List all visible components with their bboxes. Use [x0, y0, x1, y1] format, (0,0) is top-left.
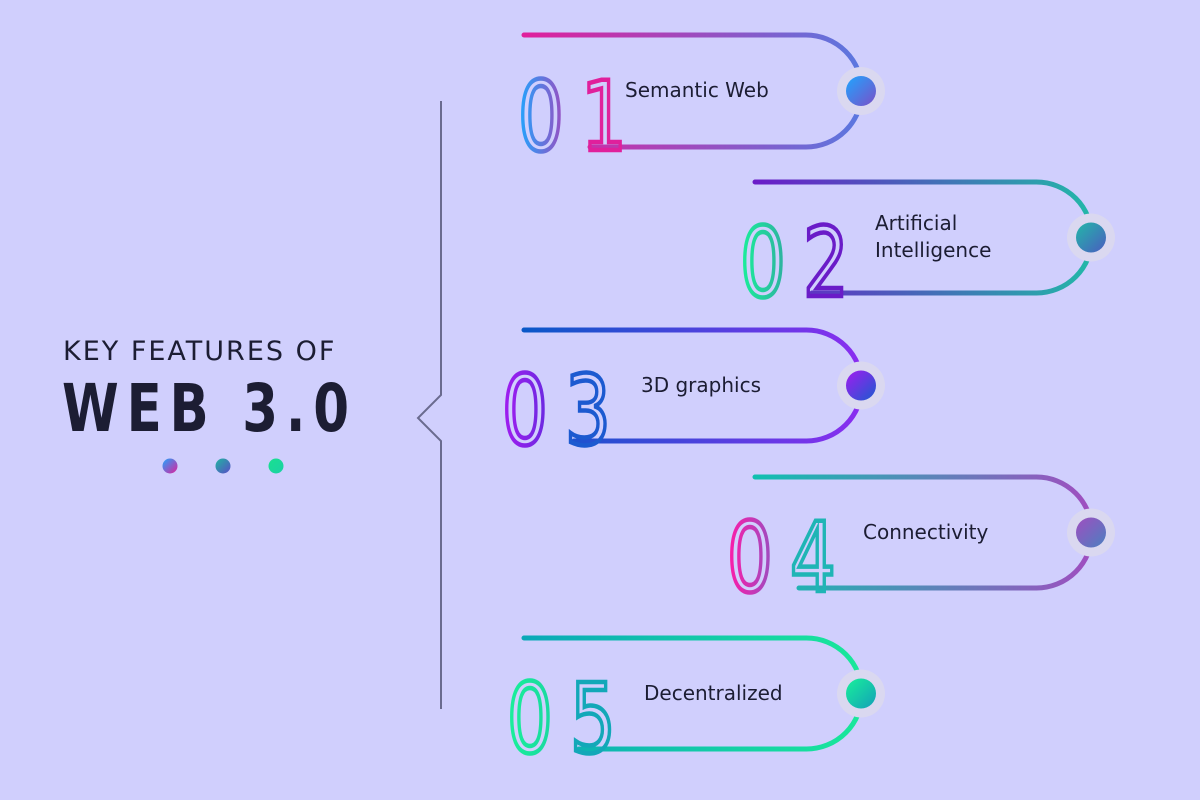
- feature-number-digit2: 5: [570, 664, 616, 776]
- bracket-divider: [416, 101, 442, 709]
- node-dot: [846, 76, 876, 106]
- feature-number-digit2: 1: [581, 62, 627, 174]
- feature-label: Connectivity: [863, 520, 989, 544]
- decor-dot: [268, 458, 284, 474]
- divider-line: [416, 101, 442, 709]
- feature-number-digit1: 0: [740, 208, 786, 320]
- decor-dots: [162, 458, 284, 474]
- feature-label: Semantic Web: [625, 78, 769, 102]
- node-dot: [846, 678, 876, 709]
- feature-number-digit1: 0: [507, 664, 553, 776]
- feature-number-digit1: 0: [518, 62, 564, 174]
- decor-dot: [162, 458, 178, 474]
- feature-number-digit2: 4: [790, 503, 836, 615]
- decor-dot: [215, 458, 231, 474]
- title-line1: KEY FEATURES OF: [63, 336, 337, 367]
- features-list: 0 10 20 30 40 5: [500, 32, 1115, 778]
- feature-label: Artificial Intelligence: [875, 211, 992, 262]
- feature-label: Decentralized: [644, 681, 783, 705]
- node-dot: [1076, 517, 1106, 548]
- feature-number-digit2: 2: [803, 208, 849, 320]
- title-line2: WEB 3.0: [62, 370, 357, 447]
- feature-number-digit1: 0: [502, 356, 548, 468]
- node-dot: [1076, 222, 1106, 253]
- feature-number-digit2: 3: [565, 356, 611, 468]
- node-dot: [846, 370, 876, 401]
- feature-label: 3D graphics: [641, 373, 761, 397]
- feature-number-digit1: 0: [727, 503, 773, 615]
- feature-item-01: 01: [516, 32, 885, 176]
